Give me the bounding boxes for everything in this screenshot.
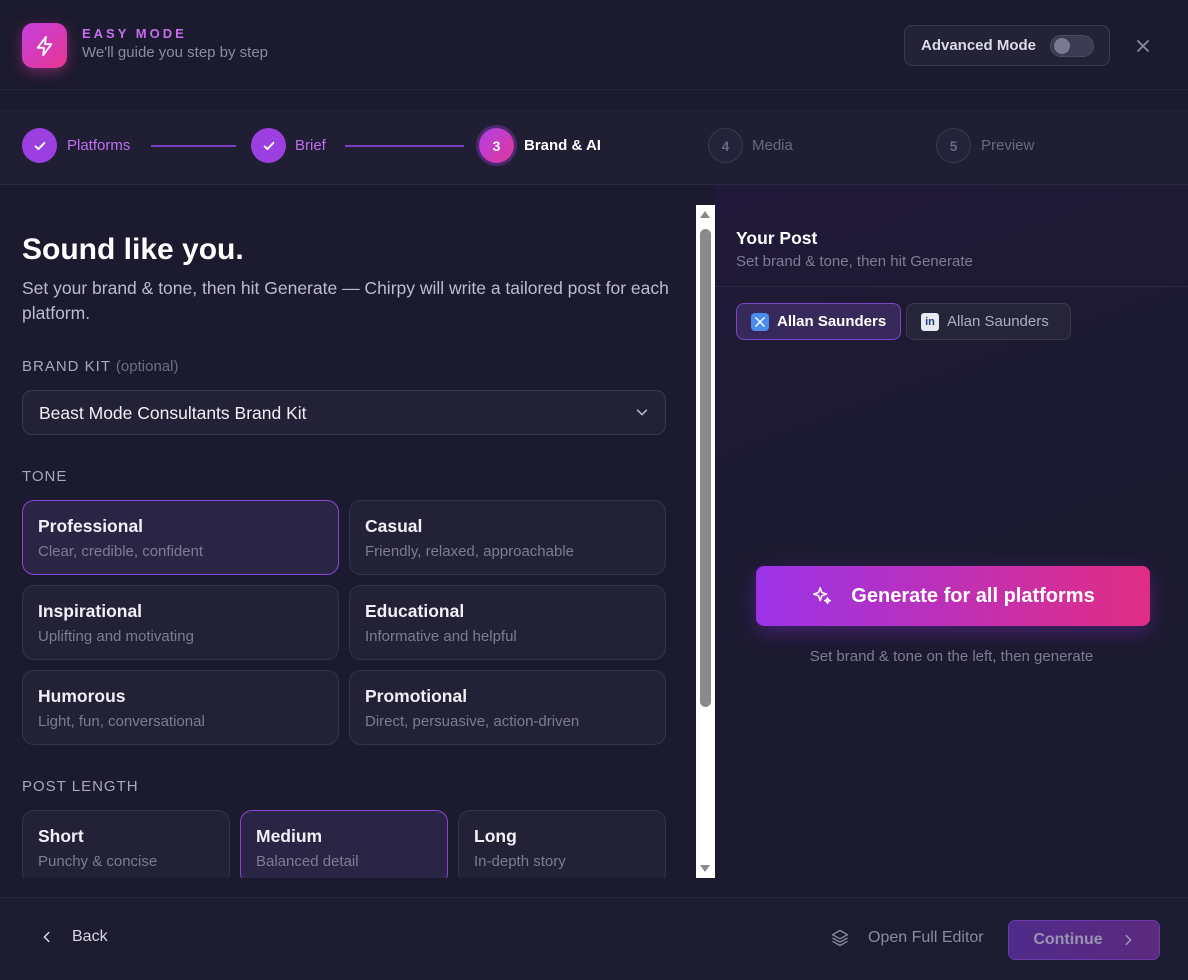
tone-subtitle: Direct, persuasive, action-driven	[365, 713, 580, 730]
post-preview-panel: Your Post Set brand & tone, then hit Gen…	[715, 185, 1188, 897]
tone-subtitle: Informative and helpful	[365, 628, 517, 645]
account-name: Allan Saunders	[777, 313, 887, 330]
page-description: Set your brand & tone, then hit Generate…	[22, 278, 669, 323]
linkedin-logo-icon: in	[921, 312, 939, 331]
post-length-label: POST LENGTH	[22, 778, 139, 795]
tone-subtitle: Clear, credible, confident	[38, 543, 204, 560]
brand-kit-optional: (optional)	[115, 358, 179, 375]
length-subtitle: Balanced detail	[256, 853, 359, 870]
post-preview-subtitle: Set brand & tone, then hit Generate	[736, 253, 973, 270]
tone-card-professional[interactable]: Professional Clear, credible, confident	[22, 500, 339, 575]
layers-icon	[831, 929, 849, 947]
length-card-long[interactable]: Long In-depth story	[458, 810, 666, 878]
page-title: Sound like you.	[22, 233, 244, 266]
chevron-right-icon	[1125, 934, 1132, 946]
step-number-preview[interactable]: 5	[936, 128, 971, 163]
chevron-down-icon	[636, 409, 648, 416]
close-button[interactable]	[1131, 34, 1155, 58]
scrollbar-thumb[interactable]	[700, 229, 711, 707]
brand-kit-label: BRAND KIT	[22, 358, 111, 375]
open-full-editor-label: Open Full Editor	[868, 929, 984, 946]
continue-label: Continue	[1033, 931, 1103, 948]
tone-title: Humorous	[38, 686, 126, 706]
step-label-preview[interactable]: Preview	[981, 137, 1034, 154]
account-name: Allan Saunders	[947, 313, 1049, 330]
tone-title: Casual	[365, 516, 423, 536]
step-connector	[151, 145, 236, 147]
left-panel-scrollbar[interactable]	[696, 205, 715, 878]
tone-title: Educational	[365, 601, 465, 621]
toggle-knob	[1054, 38, 1070, 54]
advanced-mode-label: Advanced Mode	[921, 37, 1037, 54]
tone-subtitle: Uplifting and motivating	[38, 628, 194, 645]
advanced-mode-toggle[interactable]	[1050, 35, 1094, 57]
length-subtitle: Punchy & concise	[38, 853, 158, 870]
step-number-brand-ai[interactable]: 3	[479, 128, 514, 163]
tone-title: Professional	[38, 516, 144, 536]
open-full-editor-button[interactable]: Open Full Editor	[830, 928, 984, 948]
brand-kit-section-label: BRAND KIT (optional)	[22, 358, 178, 375]
tone-card-inspirational[interactable]: Inspirational Uplifting and motivating	[22, 585, 339, 660]
mode-label: EASY MODE	[82, 26, 187, 41]
close-icon	[1137, 40, 1149, 52]
generate-label: Generate for all platforms	[851, 584, 1095, 607]
length-card-medium[interactable]: Medium Balanced detail	[240, 810, 448, 878]
tone-label: TONE	[22, 468, 68, 485]
post-length-options: Short Punchy & concise Medium Balanced d…	[0, 805, 696, 878]
account-chip-linkedin[interactable]: in Allan Saunders	[906, 303, 1071, 340]
generate-all-button[interactable]: Generate for all platforms	[756, 566, 1150, 626]
advanced-mode-control[interactable]: Advanced Mode	[904, 25, 1110, 66]
brand-kit-value: Beast Mode Consultants Brand Kit	[39, 403, 307, 423]
post-preview-title: Your Post	[736, 228, 818, 248]
tone-subtitle: Light, fun, conversational	[38, 713, 205, 730]
tone-title: Promotional	[365, 686, 468, 706]
checkmark-icon	[34, 141, 45, 150]
length-title: Long	[474, 826, 517, 846]
continue-button[interactable]: Continue	[1008, 920, 1160, 960]
tone-card-promotional[interactable]: Promotional Direct, persuasive, action-d…	[349, 670, 666, 745]
x-logo-icon	[751, 312, 769, 331]
step-label-brand-ai[interactable]: Brand & AI	[524, 137, 601, 154]
length-subtitle: In-depth story	[474, 853, 566, 870]
length-card-short[interactable]: Short Punchy & concise	[22, 810, 230, 878]
generate-hint: Set brand & tone on the left, then gener…	[809, 648, 1094, 665]
header: EASY MODE We'll guide you step by step A…	[0, 0, 1188, 90]
scroll-up-arrow-icon[interactable]	[700, 211, 710, 218]
back-label: Back	[72, 928, 108, 945]
tone-card-humorous[interactable]: Humorous Light, fun, conversational	[22, 670, 339, 745]
footer: Back Open Full Editor Continue	[0, 897, 1188, 980]
mode-subtitle: We'll guide you step by step	[82, 44, 269, 61]
chevron-left-icon	[43, 931, 50, 943]
back-button[interactable]: Back	[40, 928, 108, 946]
length-title: Short	[38, 826, 84, 846]
tone-card-casual[interactable]: Casual Friendly, relaxed, approachable	[349, 500, 666, 575]
step-connector	[345, 145, 464, 147]
scroll-down-arrow-icon[interactable]	[700, 865, 710, 872]
post-preview-header: Your Post Set brand & tone, then hit Gen…	[715, 185, 1188, 287]
length-title: Medium	[256, 826, 323, 846]
step-progress: Platforms Brief 3 Brand & AI 4 Media 5 P…	[0, 110, 1188, 185]
step-platforms-check[interactable]	[22, 128, 57, 163]
checkmark-icon	[263, 141, 274, 150]
brand-kit-select[interactable]: Beast Mode Consultants Brand Kit	[22, 390, 666, 435]
step-number-media[interactable]: 4	[708, 128, 743, 163]
tone-subtitle: Friendly, relaxed, approachable	[365, 543, 575, 560]
tone-title: Inspirational	[38, 601, 143, 621]
step-label-media[interactable]: Media	[752, 137, 793, 154]
step-label-brief[interactable]: Brief	[295, 137, 326, 154]
step-label-platforms[interactable]: Platforms	[67, 137, 130, 154]
step-brief-check[interactable]	[251, 128, 286, 163]
sparkle-icon	[813, 586, 832, 605]
account-chip-x[interactable]: Allan Saunders	[736, 303, 901, 340]
bolt-logo-icon	[22, 23, 67, 68]
tone-card-educational[interactable]: Educational Informative and helpful	[349, 585, 666, 660]
